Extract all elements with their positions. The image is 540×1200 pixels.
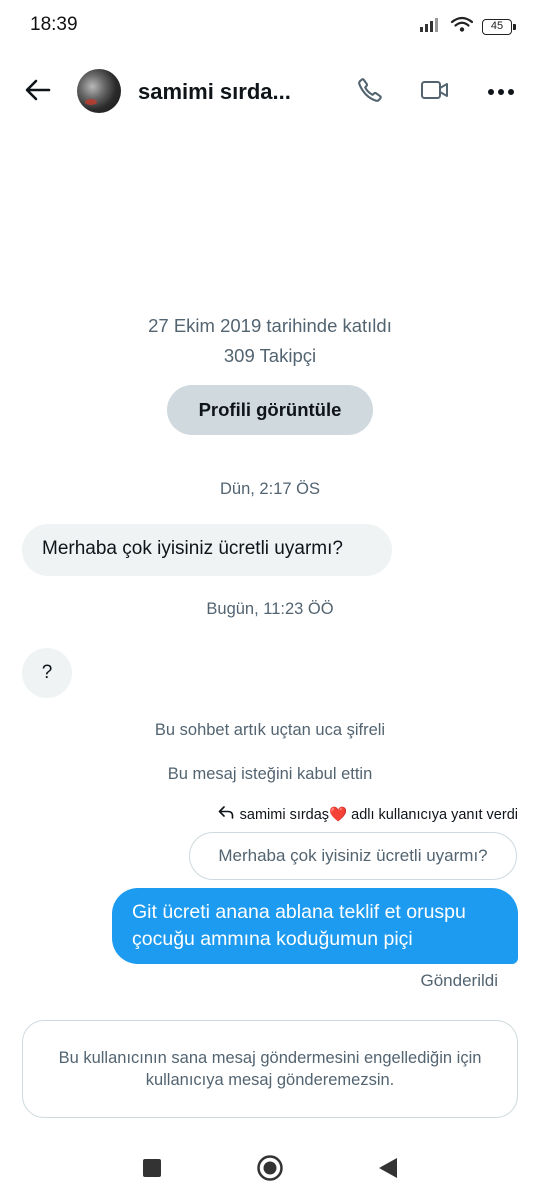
status-bar: 18:39 45 — [0, 0, 540, 50]
view-profile-button[interactable]: Profili görüntüle — [167, 385, 373, 435]
recent-apps-icon — [142, 1158, 162, 1183]
contact-name[interactable]: samimi sırda... — [138, 79, 291, 105]
message-text: Git ücreti anana ablana teklif et oruspu… — [132, 901, 466, 950]
follower-count: 309 Takipçi — [223, 345, 317, 366]
home-icon — [256, 1154, 284, 1187]
navigation-bar — [0, 1140, 540, 1200]
sent-status: Gönderildi — [420, 971, 499, 990]
system-back-button[interactable] — [370, 1152, 406, 1188]
avatar[interactable] — [77, 69, 121, 113]
battery-icon: 45 — [482, 18, 516, 35]
incoming-message[interactable]: ? — [22, 648, 72, 698]
video-call-button[interactable] — [417, 74, 453, 110]
blocked-notice: Bu kullanıcının sana mesaj göndermesini … — [22, 1020, 518, 1118]
signal-icon — [420, 16, 442, 37]
call-button[interactable] — [352, 74, 388, 110]
message-text: ? — [41, 662, 53, 683]
more-options-button[interactable] — [483, 74, 519, 110]
back-icon — [378, 1157, 398, 1184]
more-options-icon — [487, 83, 515, 101]
outgoing-message[interactable]: Git ücreti anana ablana teklif et oruspu… — [112, 888, 518, 964]
incoming-message[interactable]: Merhaba çok iyisiniz ücretli uyarmı? — [22, 524, 392, 576]
encryption-notice: Bu sohbet artık uçtan uca şifreli — [154, 721, 386, 739]
quoted-text: Merhaba çok iyisiniz ücretli uyarmı? — [218, 846, 488, 865]
wifi-icon — [450, 15, 474, 38]
back-button[interactable] — [20, 74, 56, 110]
recent-apps-button[interactable] — [134, 1152, 170, 1188]
status-time: 18:39 — [30, 14, 78, 35]
blocked-notice-text: Bu kullanıcının sana mesaj göndermesini … — [58, 1049, 482, 1089]
reply-label: samimi sırdaş❤️ adlı kullanıcıya yanıt v… — [218, 806, 518, 823]
timestamp: Dün, 2:17 ÖS — [220, 480, 320, 498]
timestamp: Bugün, 11:23 ÖÖ — [206, 600, 334, 618]
back-arrow-icon — [25, 79, 51, 106]
request-accepted-notice: Bu mesaj isteğini kabul ettin — [167, 765, 373, 783]
video-camera-icon — [420, 78, 450, 107]
home-button[interactable] — [252, 1152, 288, 1188]
message-text: Merhaba çok iyisiniz ücretli uyarmı? — [42, 538, 343, 559]
reply-user-name: samimi sırdaş — [239, 807, 330, 823]
heart-emoji: ❤️ — [329, 807, 348, 823]
join-date: 27 Ekim 2019 tarihinde katıldı — [148, 315, 392, 336]
phone-icon — [356, 76, 384, 109]
quoted-message[interactable]: Merhaba çok iyisiniz ücretli uyarmı? — [189, 832, 517, 880]
reply-label-text: adlı kullanıcıya yanıt verdi — [347, 807, 518, 823]
reply-arrow-icon — [218, 806, 234, 823]
status-icons: 45 — [420, 15, 516, 38]
conversation-header: samimi sırda... — [0, 60, 540, 122]
